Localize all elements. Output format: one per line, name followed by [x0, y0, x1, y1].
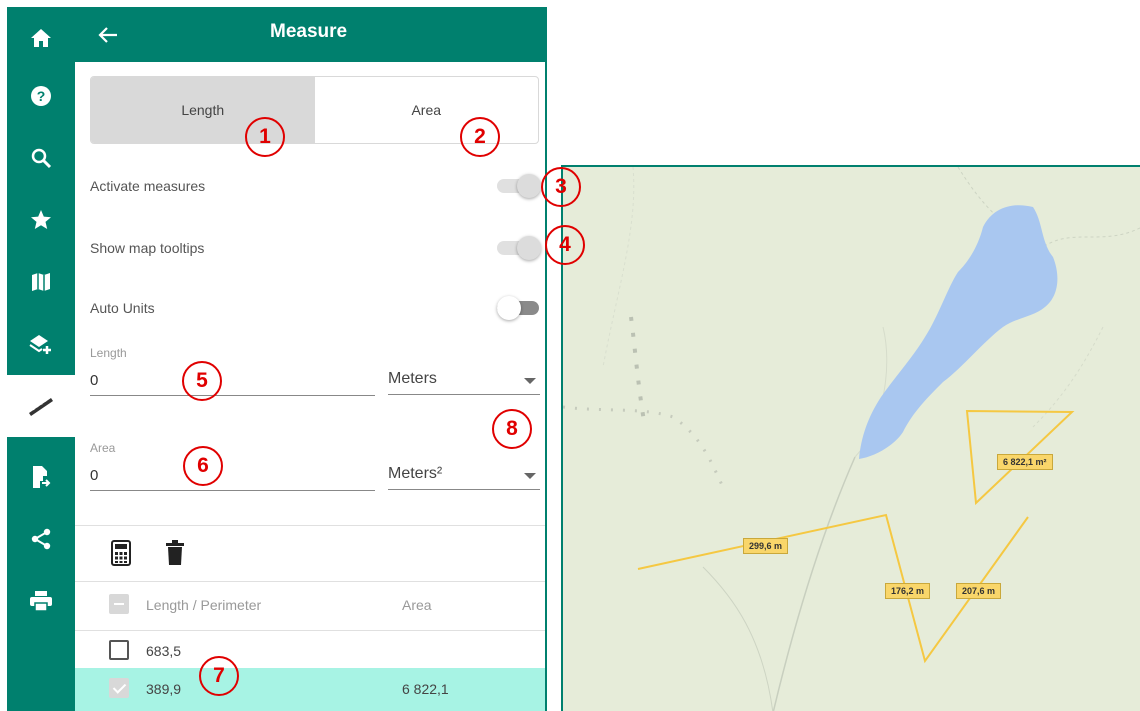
map-button[interactable]: [7, 251, 75, 313]
search-icon: [31, 148, 52, 169]
chevron-down-icon: [524, 378, 536, 384]
share-button[interactable]: [7, 508, 75, 570]
chevron-down-icon: [524, 473, 536, 479]
trash-icon[interactable]: [165, 540, 185, 566]
area-input[interactable]: 0: [90, 467, 375, 491]
callout-4: 4: [545, 225, 585, 265]
measure-button[interactable]: [7, 375, 75, 437]
help-button[interactable]: ?: [7, 65, 75, 127]
row-area: 6 822,1: [402, 681, 449, 697]
row-checkbox[interactable]: [109, 678, 129, 698]
panel-title: Measure: [270, 21, 348, 42]
export-file-icon: [33, 466, 51, 488]
callout-1: 1: [245, 117, 285, 157]
auto-units-switch[interactable]: [497, 295, 543, 320]
favorites-button[interactable]: [7, 189, 75, 251]
ruler-icon: [29, 398, 53, 416]
share-icon: [31, 528, 51, 550]
divider: [75, 525, 545, 526]
help-icon: ?: [31, 86, 51, 106]
area-measure-label: 6 822,1 m²: [997, 454, 1053, 470]
column-header-area: Area: [402, 597, 432, 613]
callout-3: 3: [541, 167, 581, 207]
calculator-icon[interactable]: [111, 540, 131, 566]
add-layer-button[interactable]: [7, 313, 75, 375]
side-navigation-rail: ?: [7, 7, 75, 711]
callout-7: 7: [199, 656, 239, 696]
divider: [75, 630, 545, 631]
show-tooltips-label: Show map tooltips: [90, 240, 205, 256]
length-unit-select[interactable]: Meters: [388, 370, 540, 395]
star-icon: [31, 210, 51, 229]
map-canvas: [563, 167, 1140, 711]
segment-length-label: 176,2 m: [885, 583, 931, 599]
show-tooltips-switch[interactable]: [497, 235, 543, 260]
column-header-length: Length / Perimeter: [146, 597, 262, 613]
row-length: 389,9: [146, 681, 182, 697]
export-button[interactable]: [7, 446, 75, 508]
back-arrow-icon[interactable]: [95, 22, 121, 48]
select-all-checkbox[interactable]: [109, 594, 129, 614]
activate-measures-switch[interactable]: [497, 173, 543, 198]
segment-length-label: 299,6 m: [743, 538, 789, 554]
map-view[interactable]: 6 822,1 m² 299,6 m 176,2 m 207,6 m: [561, 165, 1140, 711]
callout-5: 5: [182, 361, 222, 401]
home-button[interactable]: [7, 7, 75, 69]
add-layer-icon: [29, 335, 51, 354]
tab-area[interactable]: Area: [315, 77, 539, 143]
divider: [75, 581, 545, 582]
row-checkbox[interactable]: [109, 640, 129, 660]
callout-8: 8: [492, 409, 532, 449]
svg-text:?: ?: [37, 88, 46, 104]
print-icon: [30, 591, 52, 612]
auto-units-label: Auto Units: [90, 300, 155, 316]
activate-measures-label: Activate measures: [90, 178, 206, 194]
row-length: 683,5: [146, 643, 182, 659]
panel-header: Measure: [75, 7, 545, 62]
length-unit-value: Meters: [388, 370, 437, 387]
map-icon: [32, 273, 50, 291]
search-button[interactable]: [7, 127, 75, 189]
measure-panel: Measure Length Area Activate measures Sh…: [75, 7, 547, 711]
callout-2: 2: [460, 117, 500, 157]
length-field-label: Length: [90, 346, 127, 360]
area-unit-select[interactable]: Meters²: [388, 465, 540, 490]
callout-6: 6: [183, 446, 223, 486]
area-field-label: Area: [90, 441, 116, 455]
length-input[interactable]: 0: [90, 372, 375, 396]
area-unit-value: Meters²: [388, 465, 443, 482]
print-button[interactable]: [7, 570, 75, 632]
segment-length-label: 207,6 m: [956, 583, 1002, 599]
home-icon: [31, 29, 51, 47]
